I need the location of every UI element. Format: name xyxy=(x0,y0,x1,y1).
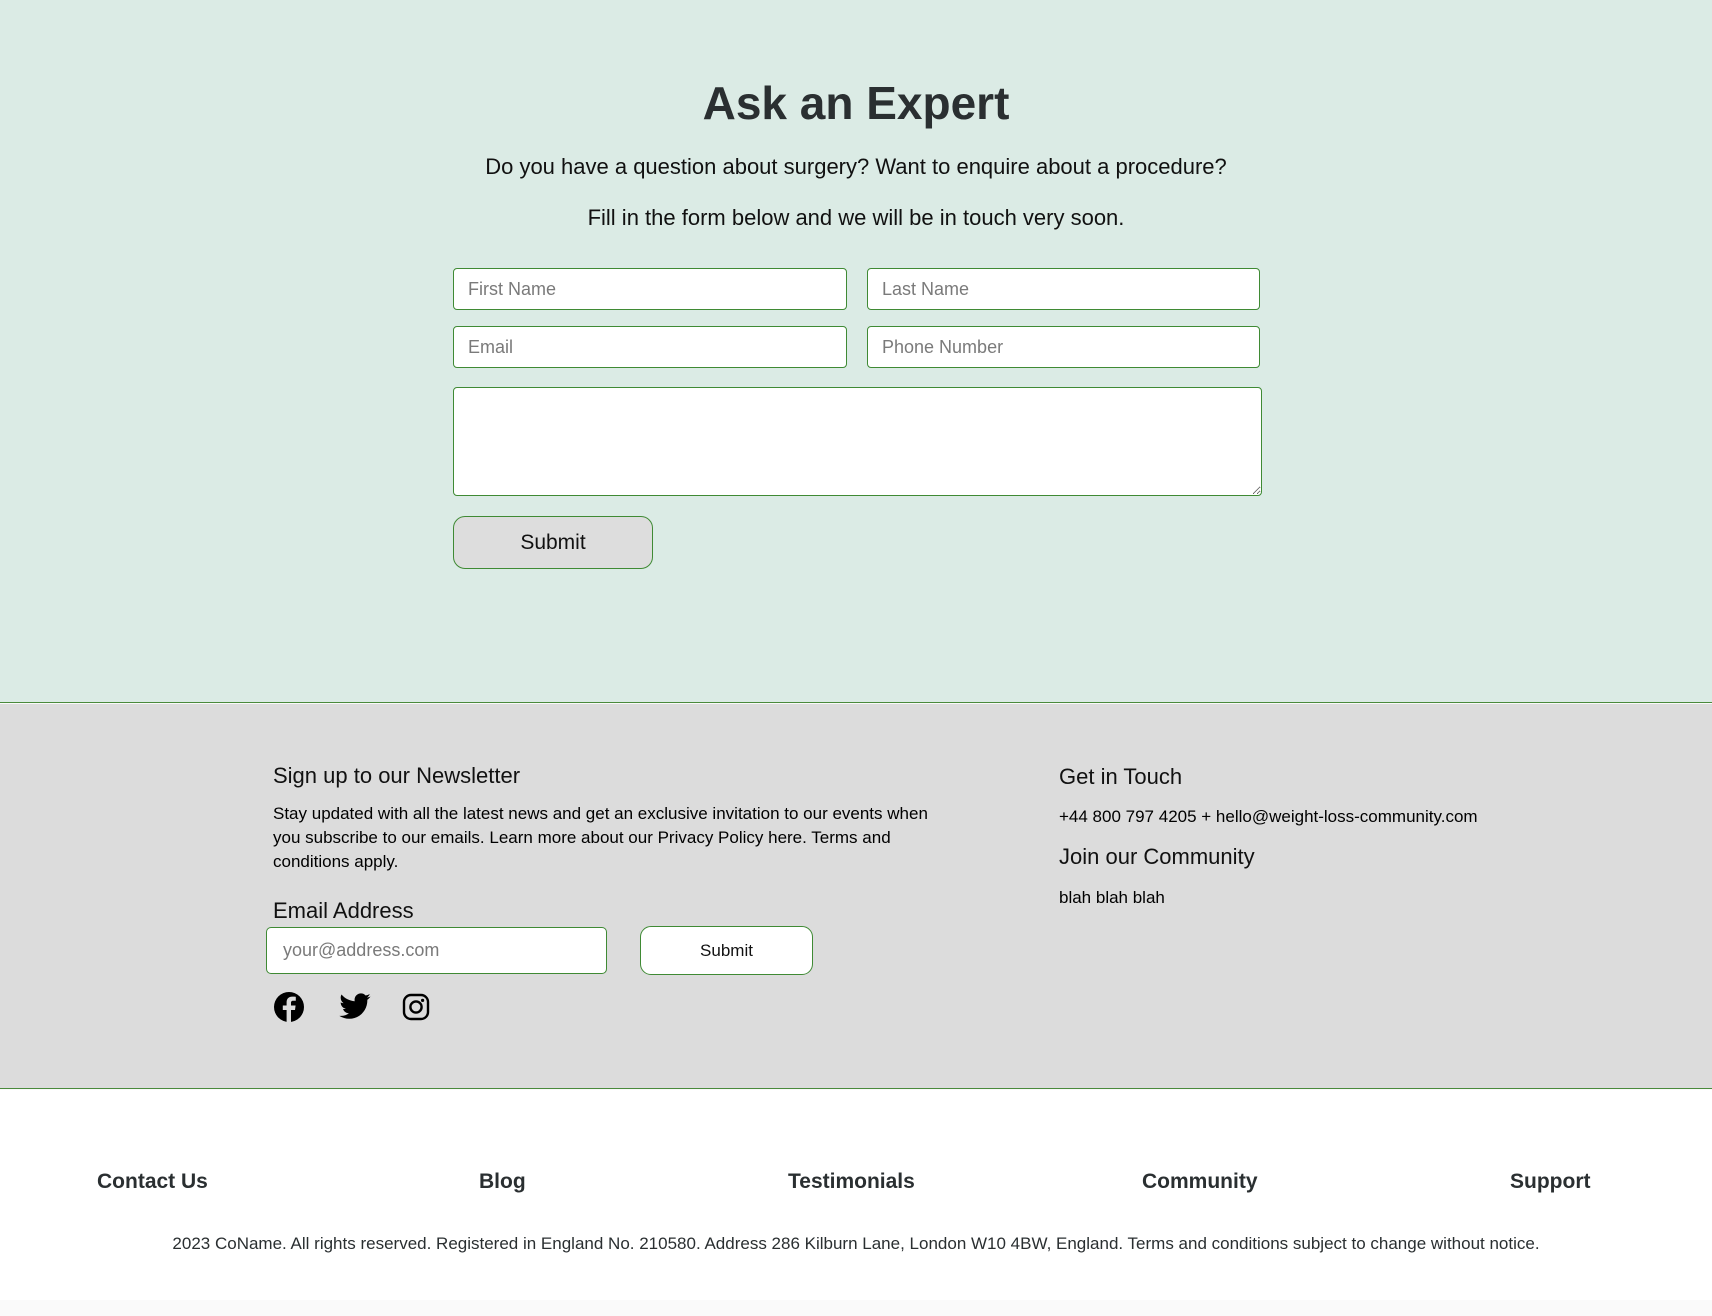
newsletter-email-label: Email Address xyxy=(273,898,414,923)
contact-phone-email: +44 800 797 4205 + hello@weight-loss-com… xyxy=(1059,807,1478,826)
message-textarea[interactable] xyxy=(453,387,1262,496)
join-community-title: Join our Community xyxy=(1059,844,1255,869)
facebook-icon[interactable] xyxy=(272,990,306,1024)
phone-number-input[interactable] xyxy=(867,326,1260,368)
newsletter-email-input[interactable] xyxy=(266,927,607,974)
twitter-icon[interactable] xyxy=(338,990,372,1024)
footer-link-testimonials[interactable]: Testimonials xyxy=(788,1170,915,1194)
community-text: blah blah blah xyxy=(1059,888,1165,907)
footer-link-support[interactable]: Support xyxy=(1510,1170,1590,1194)
ask-expert-section: Ask an Expert Do you have a question abo… xyxy=(0,0,1712,703)
newsletter-submit-button[interactable]: Submit xyxy=(640,926,813,975)
footer-link-blog[interactable]: Blog xyxy=(479,1170,526,1194)
newsletter-section: Sign up to our Newsletter Stay updated w… xyxy=(0,704,1712,1089)
footer-link-contact-us[interactable]: Contact Us xyxy=(97,1170,208,1194)
expert-submit-button[interactable]: Submit xyxy=(453,516,653,569)
expert-intro-question: Do you have a question about surgery? Wa… xyxy=(485,154,1227,179)
expert-intro-instruction: Fill in the form below and we will be in… xyxy=(587,205,1125,230)
footer-bottom-strip xyxy=(0,1300,1712,1316)
site-footer: Contact Us Blog Testimonials Community S… xyxy=(0,1090,1712,1316)
last-name-input[interactable] xyxy=(867,268,1260,310)
instagram-icon[interactable] xyxy=(399,990,433,1024)
newsletter-title: Sign up to our Newsletter xyxy=(273,763,521,788)
newsletter-description: Stay updated with all the latest news an… xyxy=(273,804,928,871)
get-in-touch-title: Get in Touch xyxy=(1059,764,1183,789)
first-name-input[interactable] xyxy=(453,268,847,310)
page-title: Ask an Expert xyxy=(702,77,1010,129)
footer-link-community[interactable]: Community xyxy=(1142,1170,1258,1194)
copyright-text: 2023 CoName. All rights reserved. Regist… xyxy=(172,1234,1540,1253)
email-input[interactable] xyxy=(453,326,847,368)
